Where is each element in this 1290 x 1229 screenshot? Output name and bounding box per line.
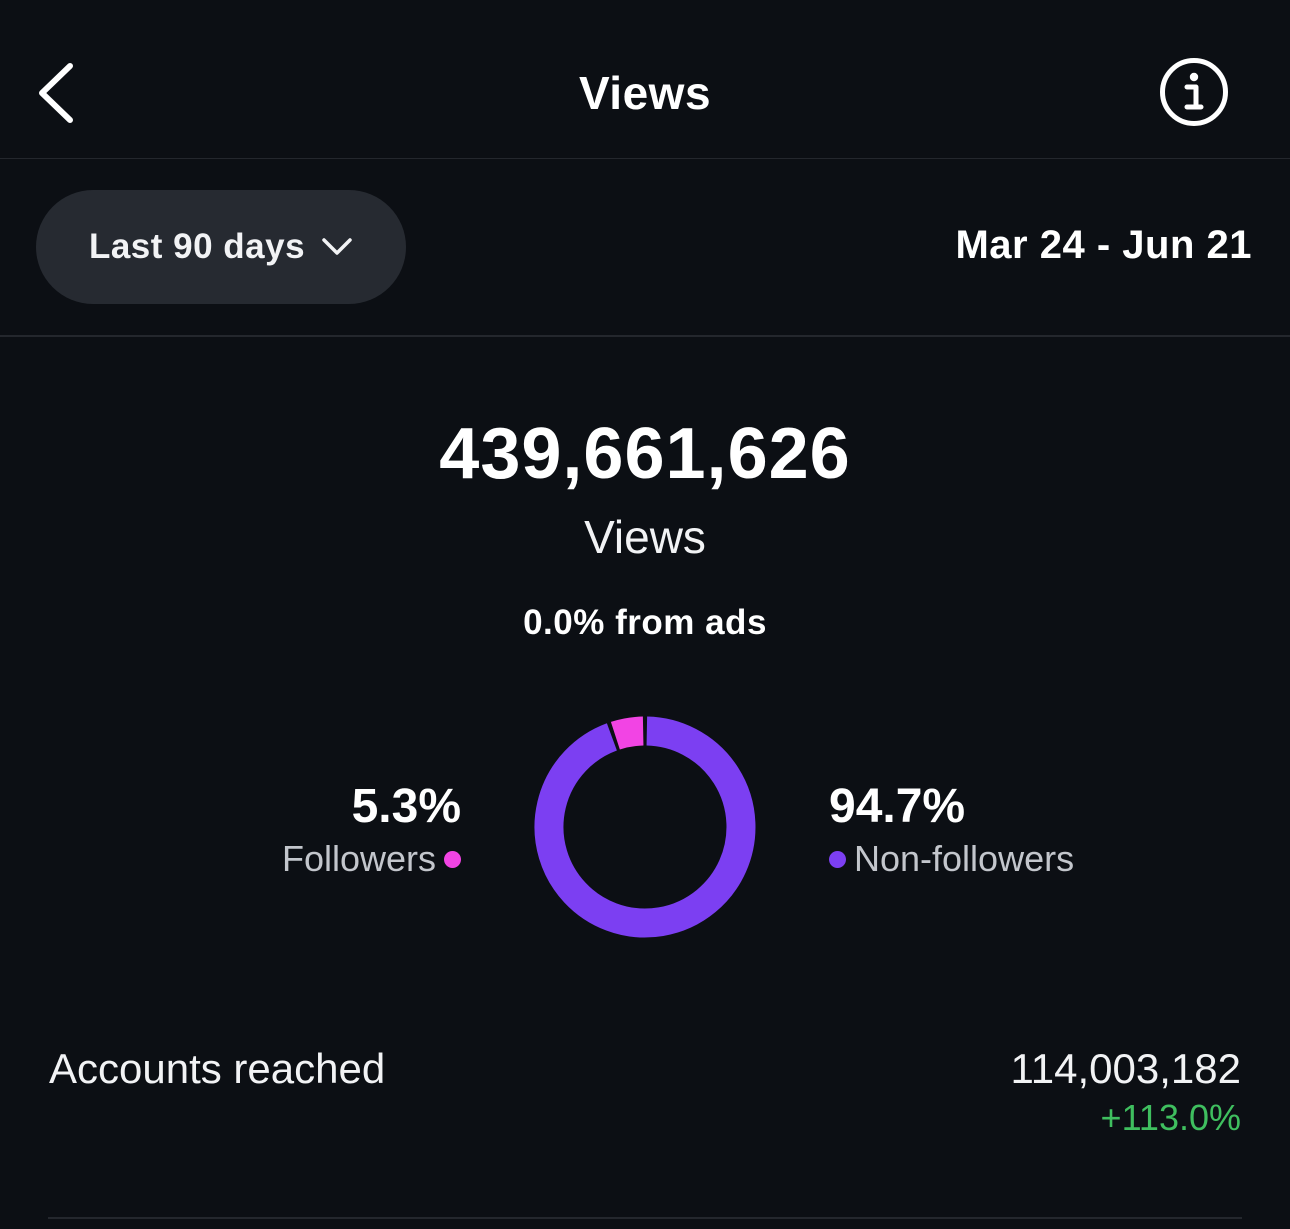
total-views-value: 439,661,626 xyxy=(439,414,851,494)
top-bar: Views xyxy=(0,0,1290,159)
page-title: Views xyxy=(578,67,712,119)
date-range-text: Mar 24 - Jun 21 xyxy=(955,223,1252,267)
followers-percent: 5.3% xyxy=(351,780,461,833)
non-followers-label: Non-followers xyxy=(854,838,1075,879)
date-range-dropdown-label: Last 90 days xyxy=(88,227,306,266)
non-followers-percent: 94.7% xyxy=(829,780,966,833)
info-icon xyxy=(1160,58,1228,126)
followers-label: Followers xyxy=(281,838,436,879)
accounts-reached-row[interactable]: Accounts reached 114,003,182 +113.0% xyxy=(49,1040,1241,1140)
followers-arc xyxy=(610,716,644,750)
ads-share-text: 0.0% from ads xyxy=(523,603,767,642)
followers-legend-dot xyxy=(444,850,461,868)
followers-segment: 5.3% Followers xyxy=(282,780,461,883)
filter-bar: Last 90 days Mar 24 - Jun 21 xyxy=(0,159,1290,337)
non-followers-legend-dot xyxy=(829,850,846,868)
audience-donut-chart xyxy=(534,716,756,938)
total-views-label: Views xyxy=(584,511,706,563)
chevron-down-icon xyxy=(322,238,352,255)
accounts-reached-change: +113.0% xyxy=(1100,1097,1241,1138)
non-followers-segment: 94.7% Non-followers xyxy=(829,780,1074,883)
date-range-dropdown[interactable]: Last 90 days xyxy=(36,190,406,304)
accounts-reached-value: 114,003,182 xyxy=(1010,1045,1241,1092)
non-followers-arc xyxy=(534,716,756,938)
accounts-reached-label: Accounts reached xyxy=(49,1045,386,1092)
section-divider xyxy=(48,1217,1242,1219)
info-button[interactable] xyxy=(1158,56,1230,128)
